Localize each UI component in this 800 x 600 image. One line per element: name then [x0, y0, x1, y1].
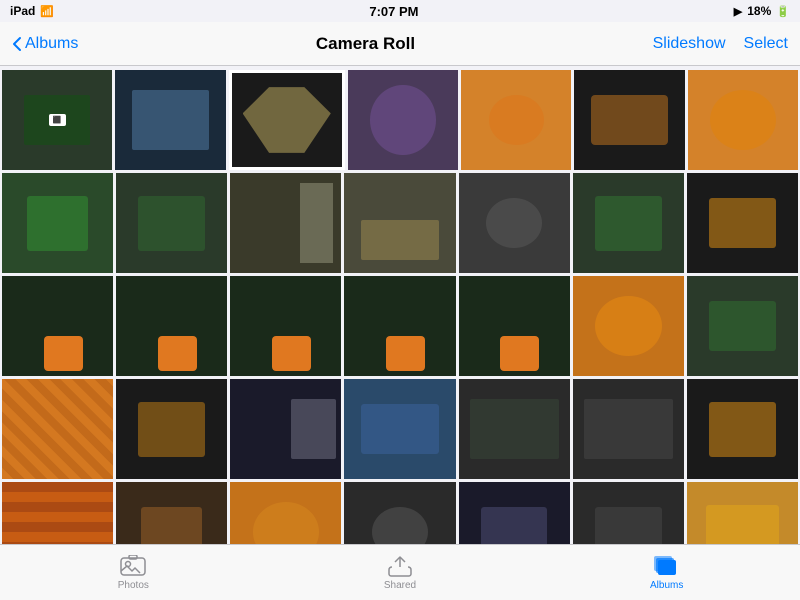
- grid-row: [2, 173, 798, 273]
- nav-actions: Slideshow Select: [653, 35, 788, 53]
- photo-thumb[interactable]: [459, 379, 570, 479]
- photo-thumb[interactable]: [116, 482, 227, 544]
- tab-albums[interactable]: Albums: [533, 554, 800, 591]
- photo-thumb[interactable]: [2, 276, 113, 376]
- photo-thumb[interactable]: [2, 379, 113, 479]
- photo-thumb[interactable]: [116, 173, 227, 273]
- device-label: iPad: [10, 4, 35, 18]
- photo-thumb[interactable]: [687, 173, 798, 273]
- photo-thumb[interactable]: [116, 379, 227, 479]
- photo-thumb[interactable]: [230, 482, 341, 544]
- status-right: ▶ 18% 🔋: [734, 4, 790, 18]
- wifi-icon: 📶: [40, 5, 54, 18]
- page-title: Camera Roll: [316, 34, 415, 54]
- photo-thumb[interactable]: [344, 482, 455, 544]
- tab-albums-label: Albums: [650, 580, 683, 591]
- photo-thumb[interactable]: [115, 70, 225, 170]
- photo-thumb[interactable]: [116, 276, 227, 376]
- back-chevron-icon: [12, 36, 22, 52]
- photo-thumb[interactable]: [687, 276, 798, 376]
- photo-thumb-selected[interactable]: [229, 70, 345, 170]
- photo-grid: ⬛: [0, 66, 800, 544]
- photo-thumb[interactable]: [573, 482, 684, 544]
- photo-thumb[interactable]: [348, 70, 458, 170]
- grid-row: ⬛: [2, 70, 798, 170]
- signal-icon: ▶: [734, 5, 742, 18]
- grid-row: [2, 276, 798, 376]
- status-left: iPad 📶: [10, 4, 54, 18]
- back-button[interactable]: Albums: [12, 35, 78, 53]
- photo-thumb[interactable]: [230, 173, 341, 273]
- tab-bar: Photos Shared Albums: [0, 544, 800, 600]
- tab-photos-label: Photos: [118, 580, 149, 591]
- photo-thumb[interactable]: [2, 482, 113, 544]
- photos-icon: [119, 554, 147, 578]
- photo-thumb[interactable]: [459, 482, 570, 544]
- nav-bar: Albums Camera Roll Slideshow Select: [0, 22, 800, 66]
- photo-thumb[interactable]: [344, 379, 455, 479]
- select-button[interactable]: Select: [744, 35, 788, 53]
- photo-thumb[interactable]: [573, 379, 684, 479]
- photo-thumb[interactable]: [230, 276, 341, 376]
- shared-icon: [386, 554, 414, 578]
- status-bar: iPad 📶 7:07 PM ▶ 18% 🔋: [0, 0, 800, 22]
- photo-thumb[interactable]: [459, 173, 570, 273]
- slideshow-button[interactable]: Slideshow: [653, 35, 726, 53]
- tab-shared[interactable]: Shared: [267, 554, 534, 591]
- photo-thumb[interactable]: [688, 70, 798, 170]
- albums-icon: [653, 554, 681, 578]
- photo-thumb[interactable]: [344, 276, 455, 376]
- photo-thumb[interactable]: [574, 70, 684, 170]
- photo-thumb[interactable]: [573, 276, 684, 376]
- grid-row: [2, 379, 798, 479]
- photo-thumb[interactable]: [459, 276, 570, 376]
- battery-icon: 🔋: [776, 5, 790, 18]
- battery-label: 18%: [747, 4, 771, 18]
- photo-thumb[interactable]: [2, 173, 113, 273]
- photo-thumb[interactable]: [461, 70, 571, 170]
- photo-thumb[interactable]: [230, 379, 341, 479]
- grid-row: [2, 482, 798, 544]
- photo-thumb[interactable]: [344, 173, 455, 273]
- photo-thumb[interactable]: ⬛: [2, 70, 112, 170]
- status-time: 7:07 PM: [369, 4, 418, 19]
- photo-thumb[interactable]: [687, 482, 798, 544]
- tab-shared-label: Shared: [384, 580, 416, 591]
- photo-thumb[interactable]: [573, 173, 684, 273]
- tab-photos[interactable]: Photos: [0, 554, 267, 591]
- photo-thumb[interactable]: [687, 379, 798, 479]
- back-label: Albums: [25, 35, 78, 53]
